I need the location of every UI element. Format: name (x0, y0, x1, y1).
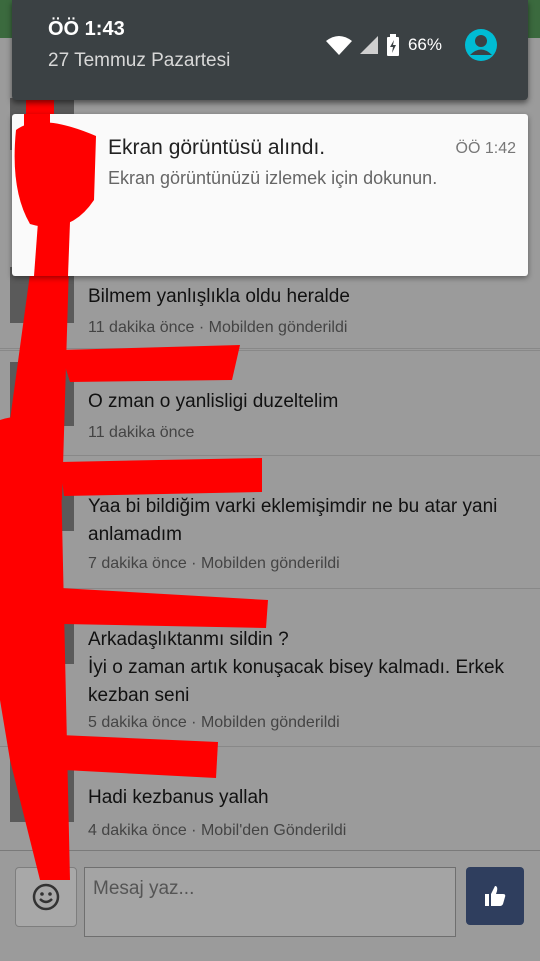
battery-charging-icon (386, 34, 399, 56)
message-text: O zman o yanlisligi duzeltelim (88, 391, 339, 412)
smiley-icon (32, 883, 60, 911)
list-item: Hadi kezbanus yallah 4 dakika önce · Mob… (0, 746, 540, 850)
date-text: 27 Temmuz Pazartesi (48, 50, 231, 71)
message-meta: 7 dakika önce · Mobilden gönderildi (88, 555, 340, 572)
like-button[interactable] (466, 867, 524, 925)
message-meta: 4 dakika önce · Mobil'den Gönderildi (88, 822, 347, 839)
avatar (10, 362, 74, 426)
message-text: Yaa bi bildiğim varki eklemişimdir ne bu… (88, 496, 498, 545)
list-item: Arkadaşlıktanmı sildin ? İyi o zaman art… (0, 588, 540, 747)
message-meta: 11 dakika önce · Mobilden gönderildi (88, 319, 348, 336)
avatar (10, 600, 74, 664)
list-item: Yaa bi bildiğim varki eklemişimdir ne bu… (0, 455, 540, 589)
message-text: Arkadaşlıktanmı sildin ? İyi o zaman art… (88, 629, 505, 706)
message-composer: Mesaj yaz... (0, 850, 540, 961)
message-meta: 5 dakika önce · Mobilden gönderildi (88, 714, 340, 731)
user-account-icon[interactable] (464, 28, 498, 62)
clock-time: ÖÖ 1:43 (48, 18, 125, 40)
list-item: O zman o yanlisligi duzeltelim 11 dakika… (0, 350, 540, 456)
notification-time: ÖÖ 1:42 (455, 140, 516, 157)
battery-percent: 66% (407, 35, 442, 54)
message-text: Bilmem yanlışlıkla oldu heralde (88, 286, 350, 307)
message-meta: 11 dakika önce (88, 424, 195, 441)
thumbs-up-icon (485, 886, 506, 906)
screenshot-notification[interactable]: Ekran görüntüsü alındı. ÖÖ 1:42 Ekran gö… (12, 114, 528, 276)
signal-icon (359, 36, 378, 54)
notification-shade[interactable]: ÖÖ 1:43 27 Temmuz Pazartesi 66% (12, 0, 528, 100)
emoji-button[interactable] (15, 867, 77, 927)
wifi-icon (325, 36, 352, 55)
notification-title: Ekran görüntüsü alındı. (108, 136, 326, 159)
avatar (10, 467, 74, 531)
message-input[interactable]: Mesaj yaz... (84, 867, 456, 937)
avatar (10, 758, 74, 822)
message-text: Hadi kezbanus yallah (88, 787, 269, 808)
notification-body: Ekran görüntünüzü izlemek için dokunun. (108, 168, 438, 188)
status-icons: 66% (325, 28, 498, 62)
